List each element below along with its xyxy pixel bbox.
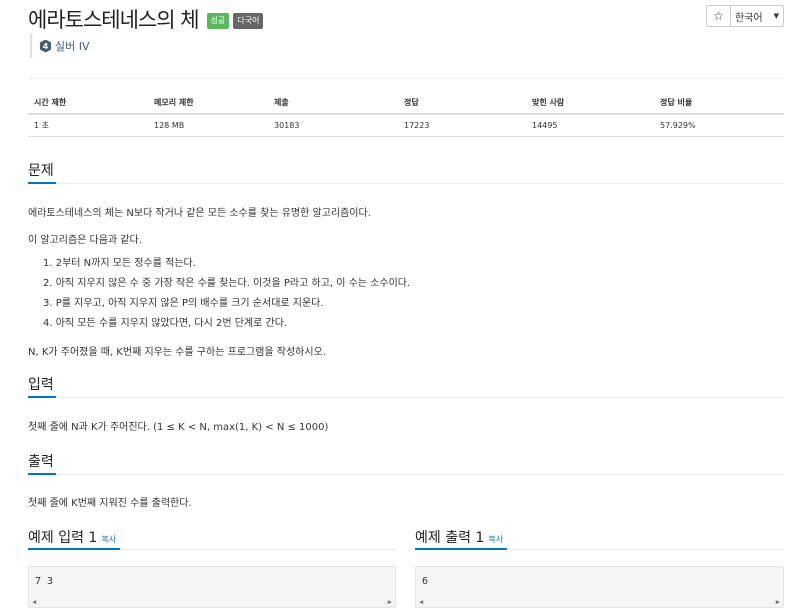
- sample-output-value: 6: [422, 576, 429, 587]
- list-item: 3. P를 지우고, 아직 지우지 않은 P의 배수를 크기 순서대로 지운다.: [43, 298, 324, 309]
- list-item: 2. 아직 지우지 않은 수 중 가장 작은 수를 찾는다. 이것을 P라고 하…: [43, 278, 411, 289]
- table-header-row: 시간 제한 메모리 제한 제출 정답 맞힌 사람 정답 비율: [28, 92, 784, 115]
- table-row: 1 초 128 MB 30183 17223 14495 57.929%: [28, 114, 784, 137]
- horizontal-scrollbar[interactable]: ◀ ▶: [29, 598, 395, 607]
- chevron-down-icon: ▼: [773, 12, 779, 20]
- copy-output-button[interactable]: 복사: [488, 535, 503, 544]
- cell-accept-rate: 57.929%: [654, 114, 784, 137]
- header-memory-limit: 메모리 제한: [148, 92, 268, 115]
- page-title: 에라토스테네스의 체: [28, 8, 200, 32]
- scroll-right-icon[interactable]: ▶: [388, 598, 392, 607]
- star-icon: ☆: [713, 9, 724, 23]
- algorithm-steps-list: 1. 2부터 N까지 모든 정수를 적는다. 2. 아직 지우지 않은 수 중 …: [43, 257, 410, 337]
- success-badge: 성공: [206, 13, 230, 29]
- problem-header: 에라토스테네스의 체 성공 다국어: [28, 4, 264, 34]
- header-submissions: 제출: [268, 92, 398, 115]
- sample-output-label: 예제 출력 1: [415, 530, 485, 546]
- cell-accepted: 17223: [398, 114, 526, 137]
- tier-info: 4 실버 IV: [30, 34, 90, 58]
- output-section-line: [28, 474, 784, 475]
- list-item: 4. 아직 모든 수를 지우지 않았다면, 다시 2번 단계로 간다.: [43, 318, 288, 329]
- sample-input-title: 예제 입력 1 복사: [28, 527, 116, 547]
- problem-intro: 에라토스테네스의 체는 N보다 작거나 같은 모든 소수를 찾는 유명한 알고리…: [28, 208, 371, 219]
- cell-memory-limit: 128 MB: [148, 114, 268, 137]
- header-accepted: 정답: [398, 92, 526, 115]
- problem-subintro: 이 알고리즘은 다음과 같다.: [28, 235, 142, 246]
- header-divider: [28, 78, 784, 79]
- multilingual-badge: 다국어: [233, 13, 264, 29]
- cell-submissions: 30183: [268, 114, 398, 137]
- favorite-button[interactable]: ☆: [706, 5, 731, 27]
- header-accept-rate: 정답 비율: [654, 92, 784, 115]
- sample-input-box[interactable]: 7 3 ◀ ▶: [28, 566, 396, 608]
- language-dropdown[interactable]: 한국어 ▼: [731, 5, 784, 27]
- language-label: 한국어: [735, 12, 763, 24]
- header-time-limit: 시간 제한: [28, 92, 148, 115]
- output-section-underline: [28, 473, 56, 475]
- input-section-underline: [28, 396, 56, 398]
- sample-output-title: 예제 출력 1 복사: [415, 527, 503, 547]
- sample-input-label: 예제 입력 1: [28, 530, 98, 546]
- scroll-right-icon[interactable]: ▶: [776, 598, 780, 607]
- list-item: 1. 2부터 N까지 모든 정수를 적는다.: [43, 258, 196, 269]
- output-section-title: 출력: [28, 454, 54, 470]
- top-actions: ☆ 한국어 ▼: [706, 5, 784, 27]
- sample-output-underline: [415, 548, 507, 550]
- tier-label[interactable]: 실버 IV: [55, 38, 90, 54]
- problem-section-line: [28, 183, 784, 184]
- input-section-line: [28, 397, 784, 398]
- problem-section-title: 문제: [28, 163, 54, 179]
- problem-task: N, K가 주어졌을 때, K번째 지우는 수를 구하는 프로그램을 작성하시오…: [28, 347, 326, 358]
- cell-solved-users: 14495: [526, 114, 654, 137]
- scroll-left-icon[interactable]: ◀: [32, 598, 36, 607]
- problem-section-underline: [28, 182, 56, 184]
- sample-input-value: 7 3: [35, 576, 54, 587]
- horizontal-scrollbar[interactable]: ◀ ▶: [416, 598, 783, 607]
- input-section-title: 입력: [28, 377, 54, 393]
- sample-output-box[interactable]: 6 ◀ ▶: [415, 566, 784, 608]
- problem-info-table: 시간 제한 메모리 제한 제출 정답 맞힌 사람 정답 비율 1 초 128 M…: [28, 92, 784, 137]
- input-description: 첫째 줄에 N과 K가 주어진다. (1 ≤ K < N, max(1, K) …: [28, 422, 329, 433]
- sample-input-underline: [28, 548, 120, 550]
- header-solved-users: 맞힌 사람: [526, 92, 654, 115]
- scroll-left-icon[interactable]: ◀: [419, 598, 423, 607]
- copy-input-button[interactable]: 복사: [101, 535, 116, 544]
- output-description: 첫째 줄에 K번째 지워진 수를 출력한다.: [28, 498, 192, 509]
- cell-time-limit: 1 초: [28, 114, 148, 137]
- tier-icon: 4: [40, 39, 51, 53]
